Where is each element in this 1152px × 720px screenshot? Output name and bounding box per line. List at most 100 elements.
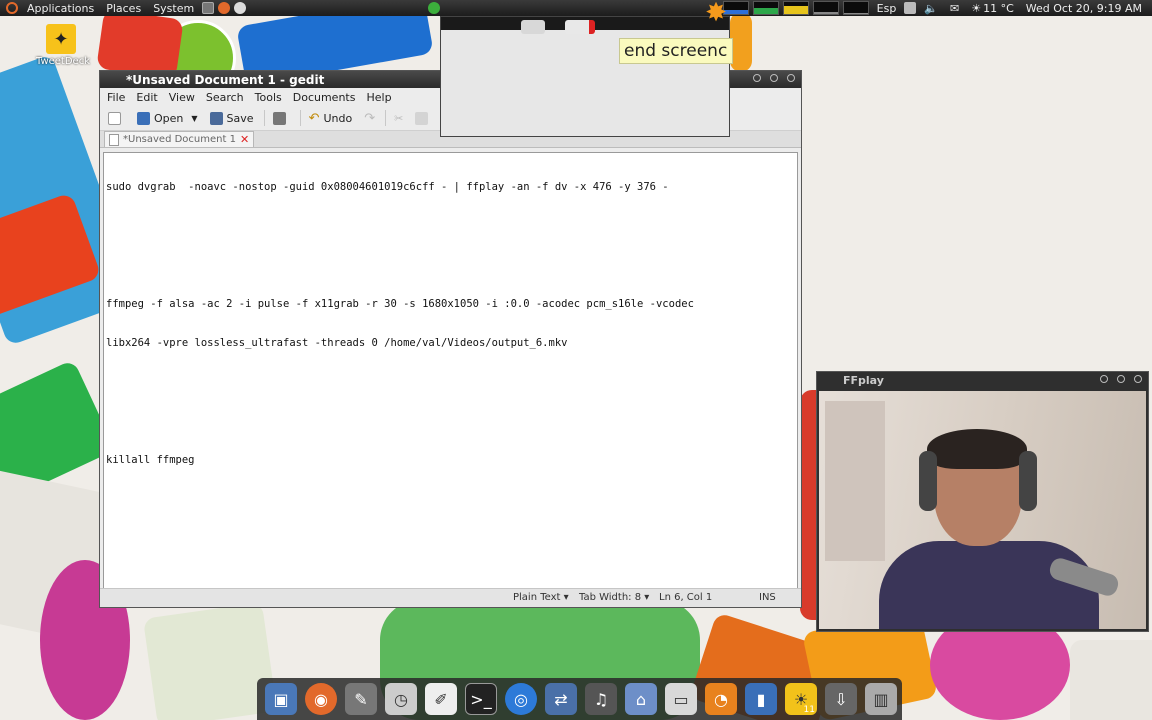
terminal-launcher-icon[interactable] <box>202 2 215 14</box>
weather-icon[interactable]: ☀ <box>965 2 981 15</box>
cut-button[interactable]: ✂ <box>394 112 403 125</box>
menu-documents[interactable]: Documents <box>293 91 356 104</box>
home-folder-icon[interactable]: ⌂ <box>625 683 657 715</box>
trash-icon[interactable]: ▥ <box>865 683 897 715</box>
video-person-body <box>879 541 1099 629</box>
desktop-icon-label: TweetDeck <box>36 56 90 67</box>
mail-icon[interactable]: ✉ <box>944 2 965 15</box>
chevron-down-icon[interactable]: ▼ <box>191 114 197 123</box>
insert-mode: INS <box>759 592 776 603</box>
close-button[interactable] <box>1134 375 1142 383</box>
tab-width-selector[interactable]: Tab Width: 8 ▾ <box>579 592 649 603</box>
save-disk-icon[interactable]: ▣ <box>265 683 297 715</box>
swap-monitor-icon[interactable] <box>812 1 839 15</box>
redo-icon: ↷ <box>364 110 376 126</box>
menu-tools[interactable]: Tools <box>255 91 282 104</box>
copy-icon <box>415 111 429 125</box>
close-tab-icon[interactable]: ✕ <box>240 133 249 146</box>
headphones-icon[interactable]: ♫ <box>585 683 617 715</box>
wallpaper-shape <box>730 12 752 72</box>
undo-button[interactable]: ↶ Undo <box>309 111 353 126</box>
end-screencast-label[interactable]: end screenc <box>619 38 733 64</box>
chromium-icon[interactable]: ◎ <box>505 683 537 715</box>
network-monitor-icon[interactable] <box>782 1 809 15</box>
toolbar-separator <box>385 110 387 126</box>
firefox-icon[interactable]: ◉ <box>305 683 337 715</box>
tweetdeck-bird-icon: ✦ <box>46 24 76 54</box>
video-person-hair <box>927 429 1027 469</box>
chevron-down-icon: ▾ <box>644 592 650 603</box>
gedit-window: *Unsaved Document 1 - gedit File Edit Vi… <box>99 70 802 608</box>
dock: ▣ ◉ ✎ ◷ ✐ >_ ◎ ⇄ ♫ ⌂ ▭ ◔ ▮ ☀ 11 ⇩ ▥ <box>257 678 902 720</box>
document-icon <box>109 133 119 146</box>
text-editor-icon[interactable]: ✐ <box>425 683 457 715</box>
ffplay-window: FFplay <box>816 371 1149 632</box>
memory-monitor-icon[interactable] <box>752 1 779 15</box>
terminal-icon[interactable]: >_ <box>465 683 497 715</box>
stop-record-icon[interactable] <box>565 20 595 34</box>
new-document-button[interactable] <box>108 111 125 125</box>
text-editor[interactable]: sudo dvgrab -noavc -nostop -guid 0x08004… <box>103 152 798 590</box>
minimize-button[interactable] <box>1100 375 1108 383</box>
tab-width-label: Tab Width: 8 <box>579 592 642 603</box>
workspace-icon[interactable] <box>521 20 545 34</box>
keyboard-layout[interactable]: Esp <box>871 2 903 15</box>
load-monitor-icon[interactable] <box>842 1 869 15</box>
download-icon[interactable]: ⇩ <box>825 683 857 715</box>
undo-label: Undo <box>323 111 353 125</box>
ubuntu-logo-icon <box>6 2 18 14</box>
chevron-down-icon: ▾ <box>563 592 569 603</box>
notebook-icon[interactable]: ▮ <box>745 683 777 715</box>
weather-temperature[interactable]: 11 °C <box>981 2 1020 15</box>
cursor-position: Ln 6, Col 1 <box>659 592 713 603</box>
menu-file[interactable]: File <box>107 91 125 104</box>
redo-button[interactable]: ↷ <box>364 111 375 126</box>
volume-icon[interactable]: 🔈 <box>918 2 944 15</box>
menu-search[interactable]: Search <box>206 91 244 104</box>
menu-system[interactable]: System <box>147 2 200 15</box>
tab-unsaved-document-1[interactable]: *Unsaved Document 1 ✕ <box>104 131 255 147</box>
minimize-button[interactable] <box>753 74 761 82</box>
language-label: Plain Text <box>513 592 561 603</box>
window-icon[interactable]: ▭ <box>665 683 697 715</box>
firefox-launcher-icon[interactable] <box>218 2 231 14</box>
toolbar-separator <box>263 110 265 126</box>
save-button[interactable]: Save <box>209 111 254 125</box>
editor-line: libx264 -vpre lossless_ultrafast -thread… <box>106 337 568 349</box>
menu-places[interactable]: Places <box>100 2 147 15</box>
ffplay-titlebar[interactable]: FFplay <box>817 372 1148 389</box>
video-headset <box>919 451 937 511</box>
gimp-icon[interactable]: ✎ <box>345 683 377 715</box>
menu-applications[interactable]: Applications <box>21 2 100 15</box>
open-button[interactable]: Open ▼ <box>137 111 198 125</box>
undo-icon: ↶ <box>308 110 320 126</box>
display-icon[interactable] <box>904 2 917 14</box>
language-selector[interactable]: Plain Text ▾ <box>513 592 569 603</box>
wallpaper-shape <box>1070 640 1152 720</box>
screencast-record-icon[interactable] <box>428 2 441 14</box>
network-icon[interactable]: ⇄ <box>545 683 577 715</box>
menu-view[interactable]: View <box>169 91 195 104</box>
copy-button[interactable] <box>415 111 432 125</box>
cut-icon: ✂ <box>394 111 404 125</box>
close-button[interactable] <box>787 74 795 82</box>
save-label: Save <box>226 111 254 125</box>
menu-help[interactable]: Help <box>366 91 391 104</box>
wallpaper-shape <box>96 8 184 80</box>
star-icon[interactable]: ✸ <box>703 0 729 26</box>
new-document-icon <box>108 111 121 125</box>
maximize-button[interactable] <box>770 74 778 82</box>
menu-edit[interactable]: Edit <box>136 91 157 104</box>
toolbar-separator <box>299 110 301 126</box>
desktop-icon-tweetdeck[interactable]: ✦ TweetDeck <box>36 24 90 67</box>
weather-icon[interactable]: ☀ 11 <box>785 683 817 715</box>
maximize-button[interactable] <box>1117 375 1125 383</box>
clock[interactable]: Wed Oct 20, 9:19 AM <box>1020 2 1148 15</box>
time-tracker-icon[interactable]: ◷ <box>385 683 417 715</box>
network-launcher-icon[interactable] <box>234 2 247 14</box>
print-button[interactable] <box>272 111 290 125</box>
rss-icon[interactable]: ◔ <box>705 683 737 715</box>
